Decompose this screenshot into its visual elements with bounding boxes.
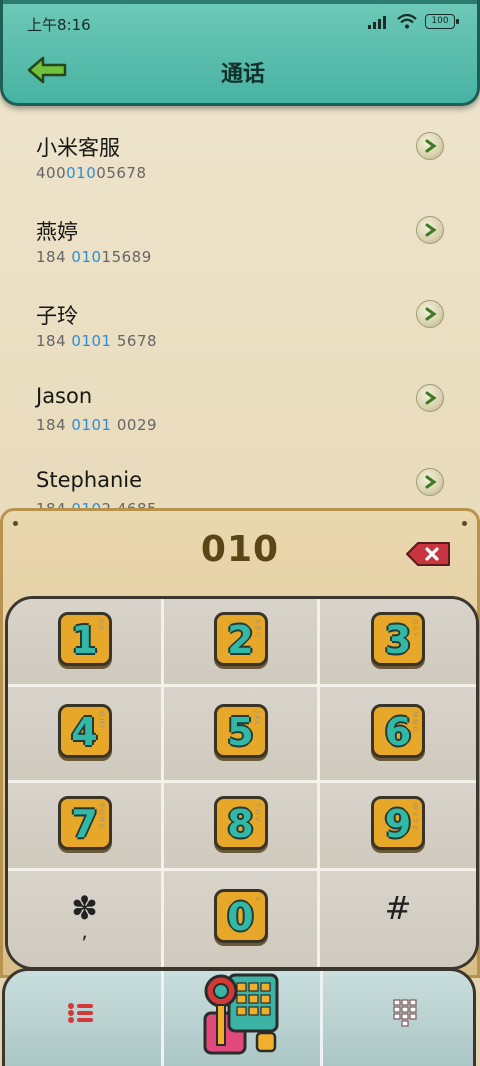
- divider: [161, 971, 164, 1066]
- key-star[interactable]: ✽,: [8, 871, 164, 967]
- contact-name: Jason: [36, 384, 93, 408]
- chevron-right-icon[interactable]: [416, 300, 444, 328]
- contact-name: 小米客服: [36, 136, 120, 160]
- dialer-panel: 010 1 oo 2 ABC 3 DEF 4 GHI 5 JKL 6 MNO 7 PQRS 8…: [0, 508, 480, 978]
- key-1[interactable]: 1 oo: [8, 599, 164, 687]
- page-title: 通话: [220, 62, 265, 87]
- contact-list: 小米客服 40001005678 燕婷 184 01015689 子玲 184 …: [0, 122, 480, 542]
- status-time: 上午8:16: [27, 16, 91, 34]
- key-tile: 4 GHI: [57, 703, 112, 758]
- key-9[interactable]: 9 WXYZ: [320, 783, 476, 871]
- list-item[interactable]: 子玲 184 0101 5678: [0, 290, 480, 374]
- comma-label: ,: [81, 919, 88, 943]
- backspace-icon[interactable]: [405, 541, 451, 567]
- contact-number: 184 0101 5678: [36, 332, 158, 350]
- key-tile: 7 PQRS: [57, 795, 112, 850]
- bottom-action-bar: [2, 968, 476, 1066]
- chevron-right-icon[interactable]: [416, 216, 444, 244]
- chevron-right-icon[interactable]: [416, 468, 444, 496]
- key-tile: 8 TUV: [213, 795, 268, 850]
- list-item[interactable]: Jason 184 0101 0029: [0, 374, 480, 458]
- wifi-icon: [397, 14, 417, 29]
- contact-name: Stephanie: [36, 468, 143, 492]
- contact-name: 子玲: [36, 304, 78, 328]
- list-item[interactable]: 小米客服 40001005678: [0, 122, 480, 206]
- key-3[interactable]: 3 DEF: [320, 599, 476, 687]
- list-item[interactable]: 燕婷 184 01015689: [0, 206, 480, 290]
- key-4[interactable]: 4 GHI: [8, 687, 164, 783]
- key-2[interactable]: 2 ABC: [164, 599, 320, 687]
- key-5[interactable]: 5 JKL: [164, 687, 320, 783]
- chevron-right-icon[interactable]: [416, 384, 444, 412]
- status-bar: 上午8:16 100: [3, 0, 480, 46]
- key-hash[interactable]: #: [320, 871, 476, 967]
- status-icons: 100: [367, 14, 459, 29]
- key-tile: 5 JKL: [213, 703, 268, 758]
- menu-list-icon[interactable]: [67, 1001, 95, 1025]
- key-tile: 1 oo: [57, 611, 112, 666]
- key-tile: 6 MNO: [371, 703, 425, 758]
- battery-icon: 100: [425, 14, 459, 29]
- key-8[interactable]: 8 TUV: [164, 783, 320, 871]
- dial-call-icon[interactable]: [201, 965, 289, 1057]
- divider: [320, 971, 323, 1066]
- keypad: 1 oo 2 ABC 3 DEF 4 GHI 5 JKL 6 MNO 7 PQRS 8 TUV …: [5, 596, 479, 970]
- contact-number: 184 0101 0029: [36, 416, 158, 434]
- key-6[interactable]: 6 MNO: [320, 687, 476, 783]
- chevron-right-icon[interactable]: [416, 132, 444, 160]
- key-tile: 3 DEF: [371, 611, 425, 666]
- signal-icon: [368, 15, 386, 29]
- contact-number: 184 01015689: [36, 248, 152, 266]
- key-7[interactable]: 7 PQRS: [8, 783, 164, 871]
- contact-number: 40001005678: [36, 164, 147, 182]
- contact-name: 燕婷: [36, 220, 78, 244]
- header-bar: 上午8:16 100 通话: [0, 0, 480, 106]
- dialpad-icon[interactable]: [393, 999, 417, 1027]
- key-0[interactable]: 0 +: [164, 871, 320, 967]
- key-tile: 9 WXYZ: [371, 795, 425, 850]
- hash-icon: #: [384, 889, 412, 927]
- key-tile: 2 ABC: [213, 611, 268, 666]
- key-tile: 0 +: [213, 889, 268, 943]
